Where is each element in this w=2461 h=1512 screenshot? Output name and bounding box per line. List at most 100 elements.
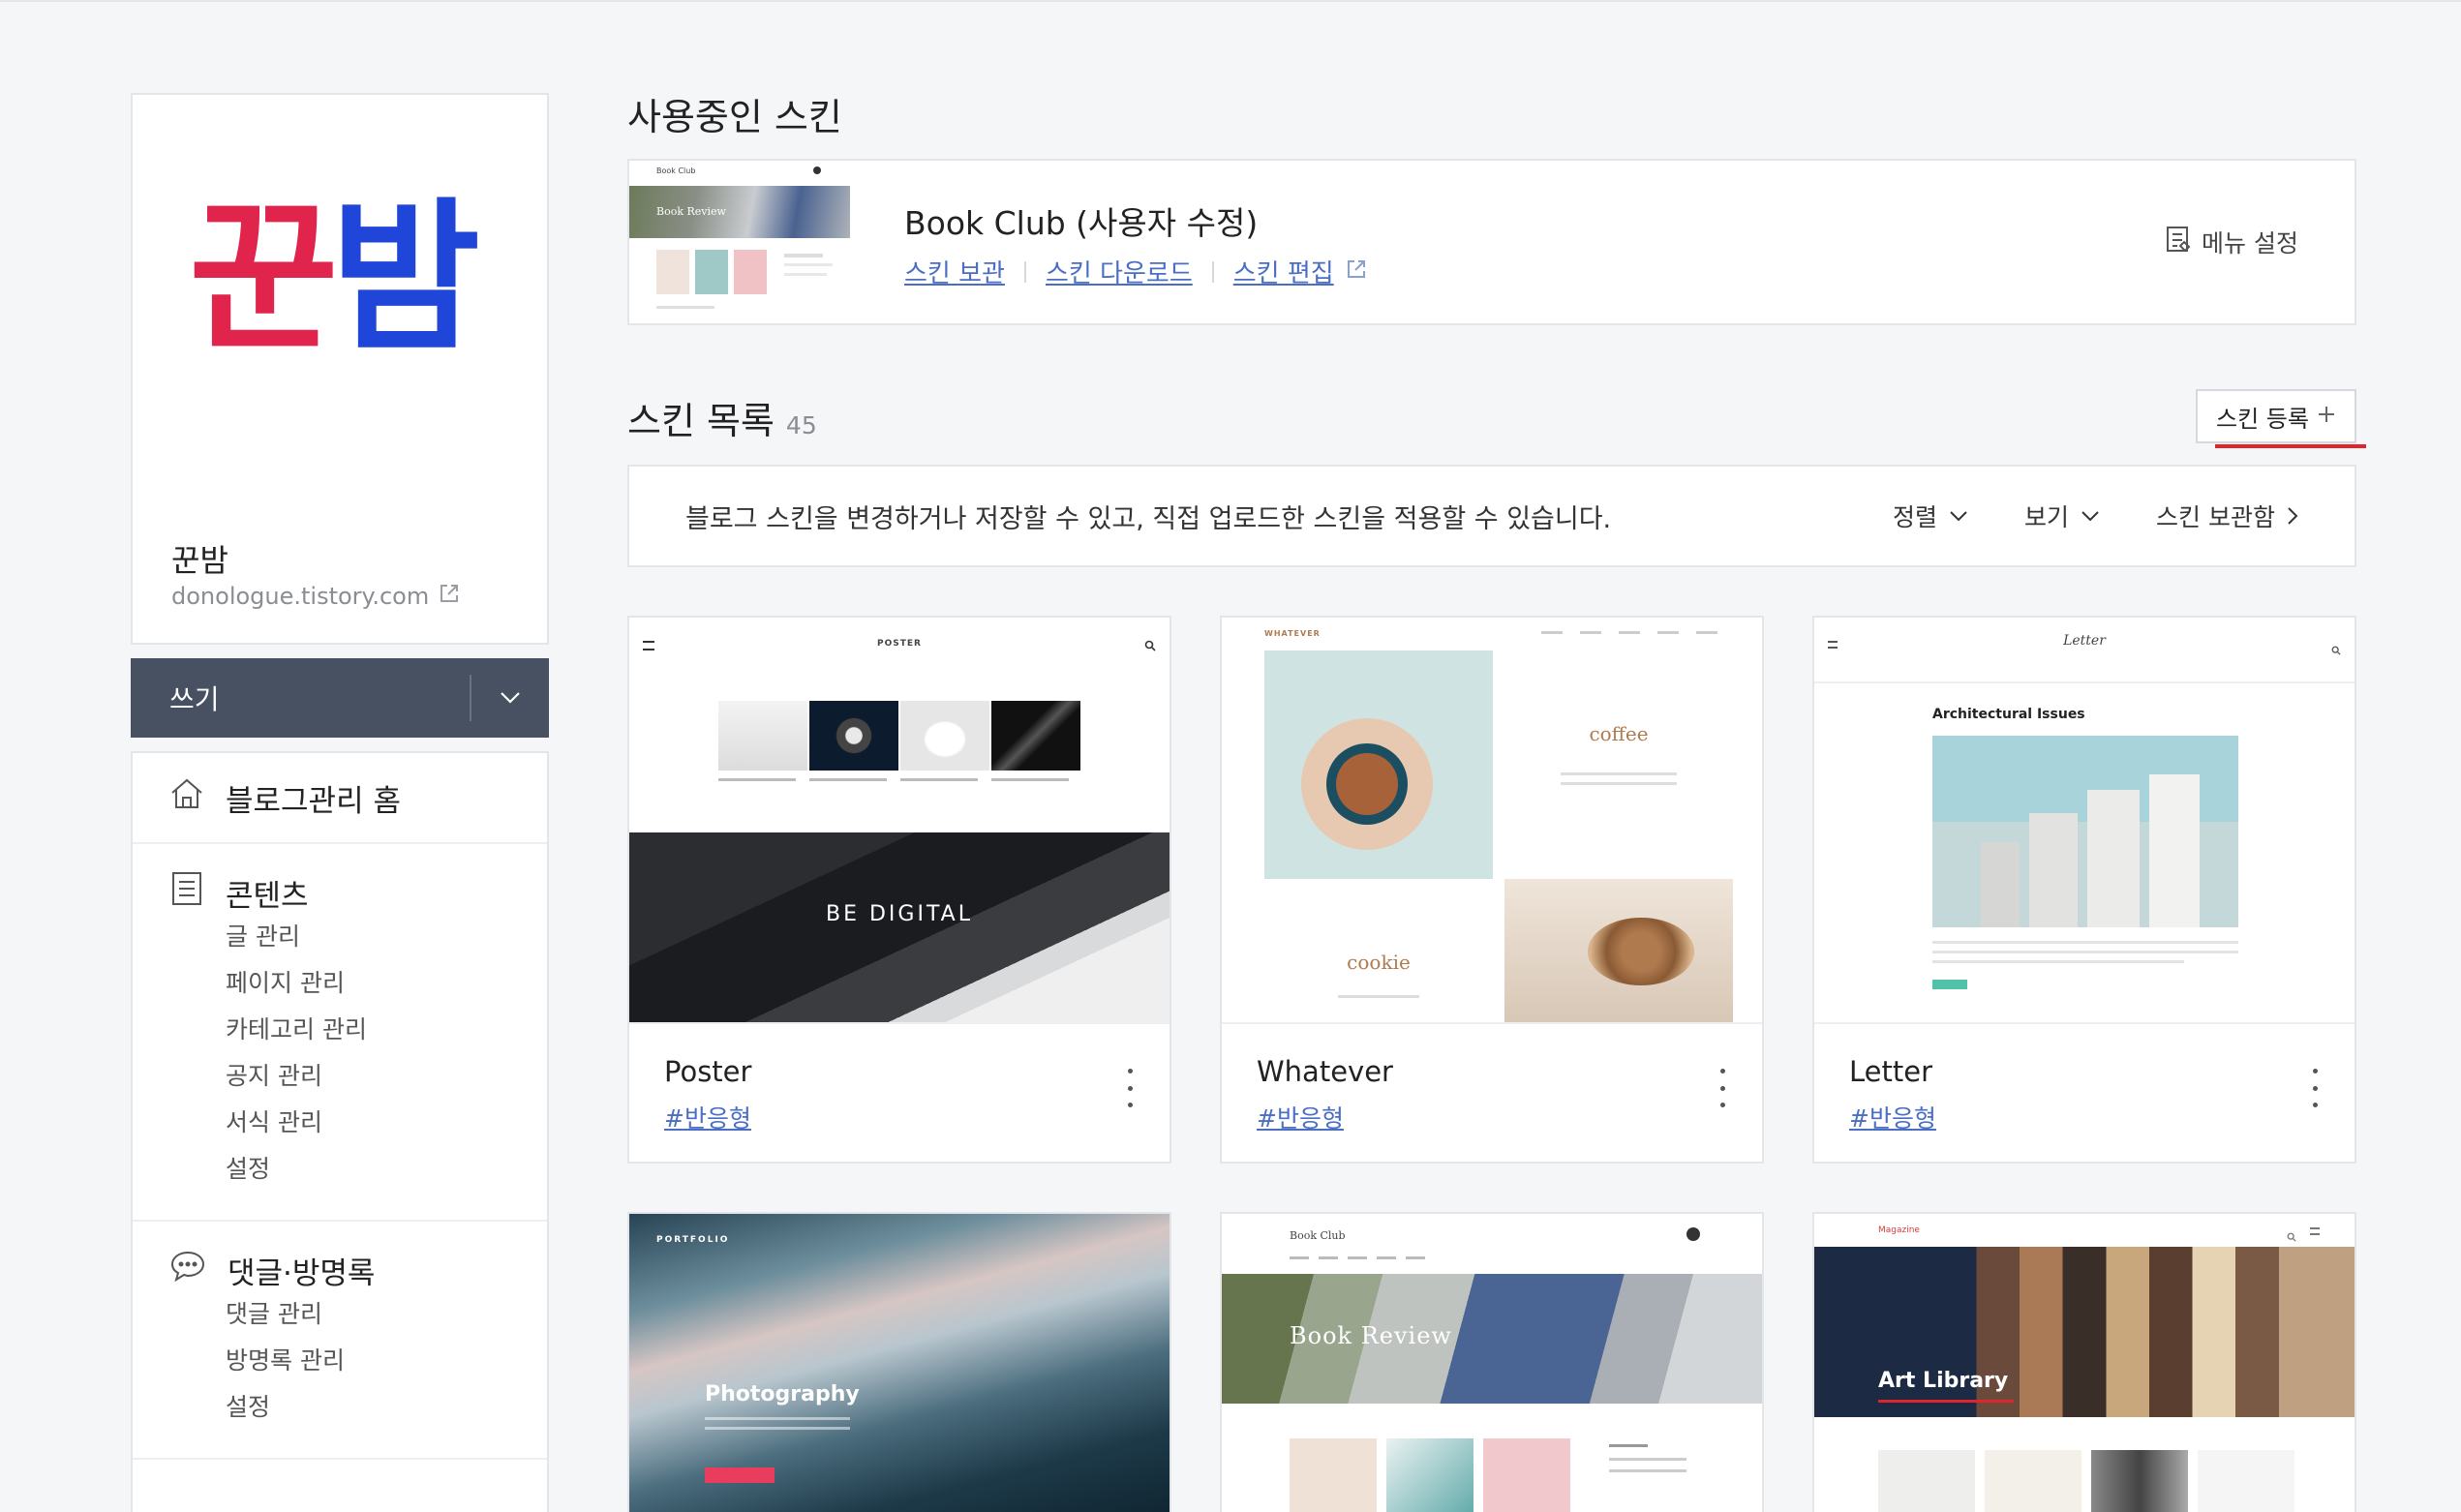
- skin-tag[interactable]: #반응형: [1849, 1100, 1936, 1134]
- preview-brand: Magazine: [1878, 1225, 1920, 1235]
- nav-blog-admin-home[interactable]: 블로그관리 홈: [133, 753, 547, 844]
- blog-url-link[interactable]: donologue.tistory.com: [171, 583, 460, 610]
- thumb-brand: Book Club: [656, 166, 696, 175]
- menu-setting-button[interactable]: 메뉴 설정: [2165, 225, 2298, 259]
- skin-tag[interactable]: #반응형: [664, 1100, 751, 1134]
- preview-text-line: [1338, 995, 1419, 998]
- skin-register-button[interactable]: 스킨 등록: [2196, 389, 2356, 443]
- write-button[interactable]: 쓰기: [169, 679, 470, 717]
- external-link-icon: [439, 583, 460, 610]
- nav-item-contents-settings[interactable]: 설정: [226, 1146, 547, 1193]
- preview-caption-line: [900, 778, 978, 781]
- chevron-right-icon: [2288, 507, 2298, 525]
- preview-text-line: [1609, 1458, 1686, 1461]
- menu-setting-label: 메뉴 설정: [2202, 229, 2298, 257]
- skin-card-magazine[interactable]: Magazine Art Library: [1812, 1212, 2356, 1512]
- preview-thumb-3: [900, 701, 989, 771]
- nav-contents-header[interactable]: 콘텐츠: [169, 871, 547, 914]
- view-dropdown[interactable]: 보기: [2024, 499, 2100, 533]
- blog-profile-card: 꾼밤 꾼밤 donologue.tistory.com: [131, 93, 549, 645]
- skin-card-book-club[interactable]: Book Club Book Review: [1220, 1212, 1764, 1512]
- skin-card-whatever[interactable]: WHATEVER coffee cookie Whatever #반응형: [1220, 616, 1764, 1164]
- current-skin-name: Book Club (사용자 수정): [904, 204, 1259, 242]
- skin-storage-link[interactable]: 스킨 보관함: [2156, 499, 2298, 533]
- skin-card-portfolio[interactable]: PORTFOLIO Photography: [627, 1212, 1171, 1512]
- skin-card-poster[interactable]: POSTER BE DIGITAL Poster #반응형: [627, 616, 1171, 1164]
- skin-preview-magazine[interactable]: Magazine Art Library: [1814, 1214, 2355, 1512]
- write-dropdown-toggle[interactable]: [471, 658, 549, 738]
- nav-item-templates[interactable]: 서식 관리: [226, 1100, 547, 1146]
- skin-preview-poster[interactable]: POSTER BE DIGITAL: [629, 618, 1170, 1024]
- view-label: 보기: [2024, 503, 2070, 531]
- current-skin-actions: 스킨 보관 스킨 다운로드 스킨 편집: [904, 254, 1367, 289]
- preview-brand: Letter: [2063, 633, 2106, 649]
- skin-preview-portfolio[interactable]: PORTFOLIO Photography: [629, 1214, 1170, 1512]
- skin-info-bar: 블로그 스킨을 변경하거나 저장할 수 있고, 직접 업로드한 스킨을 적용할 …: [627, 465, 2356, 567]
- thumb-text-line-4: [656, 306, 714, 309]
- skin-card-letter[interactable]: Letter Architectural Issues Letter #반응형: [1812, 616, 2356, 1164]
- building-block: [2029, 813, 2078, 927]
- skin-preview-letter[interactable]: Letter Architectural Issues: [1814, 618, 2355, 1024]
- skin-preview-whatever[interactable]: WHATEVER coffee cookie: [1222, 618, 1762, 1024]
- thumb-card-image-2: [695, 250, 728, 294]
- nav-item-posts[interactable]: 글 관리: [226, 914, 547, 960]
- preview-text-line: [1932, 941, 2238, 944]
- skin-store-link[interactable]: 스킨 보관: [904, 254, 1005, 289]
- sort-label: 정렬: [1893, 503, 1938, 531]
- building-block: [1981, 842, 2020, 927]
- preview-nav-links: [1290, 1256, 1435, 1259]
- preview-card-image-4: [2198, 1450, 2294, 1512]
- skin-edit-link[interactable]: 스킨 편집: [1233, 254, 1334, 289]
- skin-name: Whatever: [1257, 1055, 1393, 1088]
- preview-caption-line: [991, 778, 1069, 781]
- chevron-down-icon: [1950, 511, 1967, 522]
- thumb-card-image-1: [656, 250, 689, 294]
- nav-item-comments[interactable]: 댓글 관리: [226, 1291, 547, 1338]
- nav-group-comments: 댓글·방명록 댓글 관리 방명록 관리 설정: [133, 1222, 547, 1460]
- nav-item-comments-settings[interactable]: 설정: [226, 1384, 547, 1431]
- nav-item-guestbook[interactable]: 방명록 관리: [226, 1338, 547, 1384]
- preview-card-image-3: [1483, 1438, 1570, 1512]
- skin-preview-book-club[interactable]: Book Club Book Review: [1222, 1214, 1762, 1512]
- cookie-shape: [1588, 918, 1694, 985]
- thumb-avatar-icon: [813, 166, 821, 174]
- preview-banner: [629, 832, 1170, 1022]
- preview-thumb-4: [991, 701, 1080, 771]
- blog-url-text: donologue.tistory.com: [171, 583, 430, 610]
- menu-edit-icon: [2165, 225, 2192, 259]
- nav-item-categories[interactable]: 카테고리 관리: [226, 1007, 547, 1053]
- skin-list-title: 스킨 목록: [627, 400, 775, 442]
- preview-headline: Book Review: [1290, 1322, 1452, 1349]
- more-options-icon[interactable]: [2310, 1069, 2320, 1107]
- skin-list-count: 45: [785, 411, 817, 439]
- preview-word-cookie: cookie: [1347, 951, 1411, 974]
- more-options-icon[interactable]: [1717, 1069, 1727, 1107]
- skin-info-text: 블로그 스킨을 변경하거나 저장할 수 있고, 직접 업로드한 스킨을 적용할 …: [685, 503, 1612, 534]
- blog-logo[interactable]: 꾼밤: [189, 197, 480, 359]
- preview-card-image-3: [2091, 1450, 2188, 1512]
- preview-headline-underline: [1878, 1400, 2014, 1403]
- nav-item-pages[interactable]: 페이지 관리: [226, 960, 547, 1007]
- preview-text-line: [1609, 1469, 1686, 1472]
- thumb-card-image-3: [734, 250, 767, 294]
- more-options-icon[interactable]: [1125, 1069, 1135, 1107]
- nav-comments-header[interactable]: 댓글·방명록: [169, 1249, 547, 1291]
- current-skin-card: Book Club Book Review Book Club (사용자 수정)…: [627, 159, 2356, 325]
- nav-item-notices[interactable]: 공지 관리: [226, 1053, 547, 1100]
- skin-storage-label: 스킨 보관함: [2156, 503, 2275, 531]
- preview-architecture-image: [1932, 736, 2238, 927]
- search-icon: [1144, 637, 1156, 655]
- document-icon: [169, 870, 204, 915]
- link-divider: [1211, 260, 1214, 283]
- preview-brand: POSTER: [877, 639, 922, 649]
- preview-card-image-1: [1878, 1450, 1975, 1512]
- hamburger-icon: [2310, 1227, 2320, 1235]
- preview-brand: WHATEVER: [1264, 629, 1321, 638]
- skin-tag[interactable]: #반응형: [1257, 1100, 1344, 1134]
- preview-text-line: [705, 1427, 850, 1430]
- current-skin-thumbnail[interactable]: Book Club Book Review: [629, 161, 850, 323]
- sort-dropdown[interactable]: 정렬: [1893, 499, 1968, 533]
- skin-download-link[interactable]: 스킨 다운로드: [1046, 254, 1193, 289]
- preview-card-image-2: [1386, 1438, 1474, 1512]
- preview-text-line: [1932, 951, 2238, 953]
